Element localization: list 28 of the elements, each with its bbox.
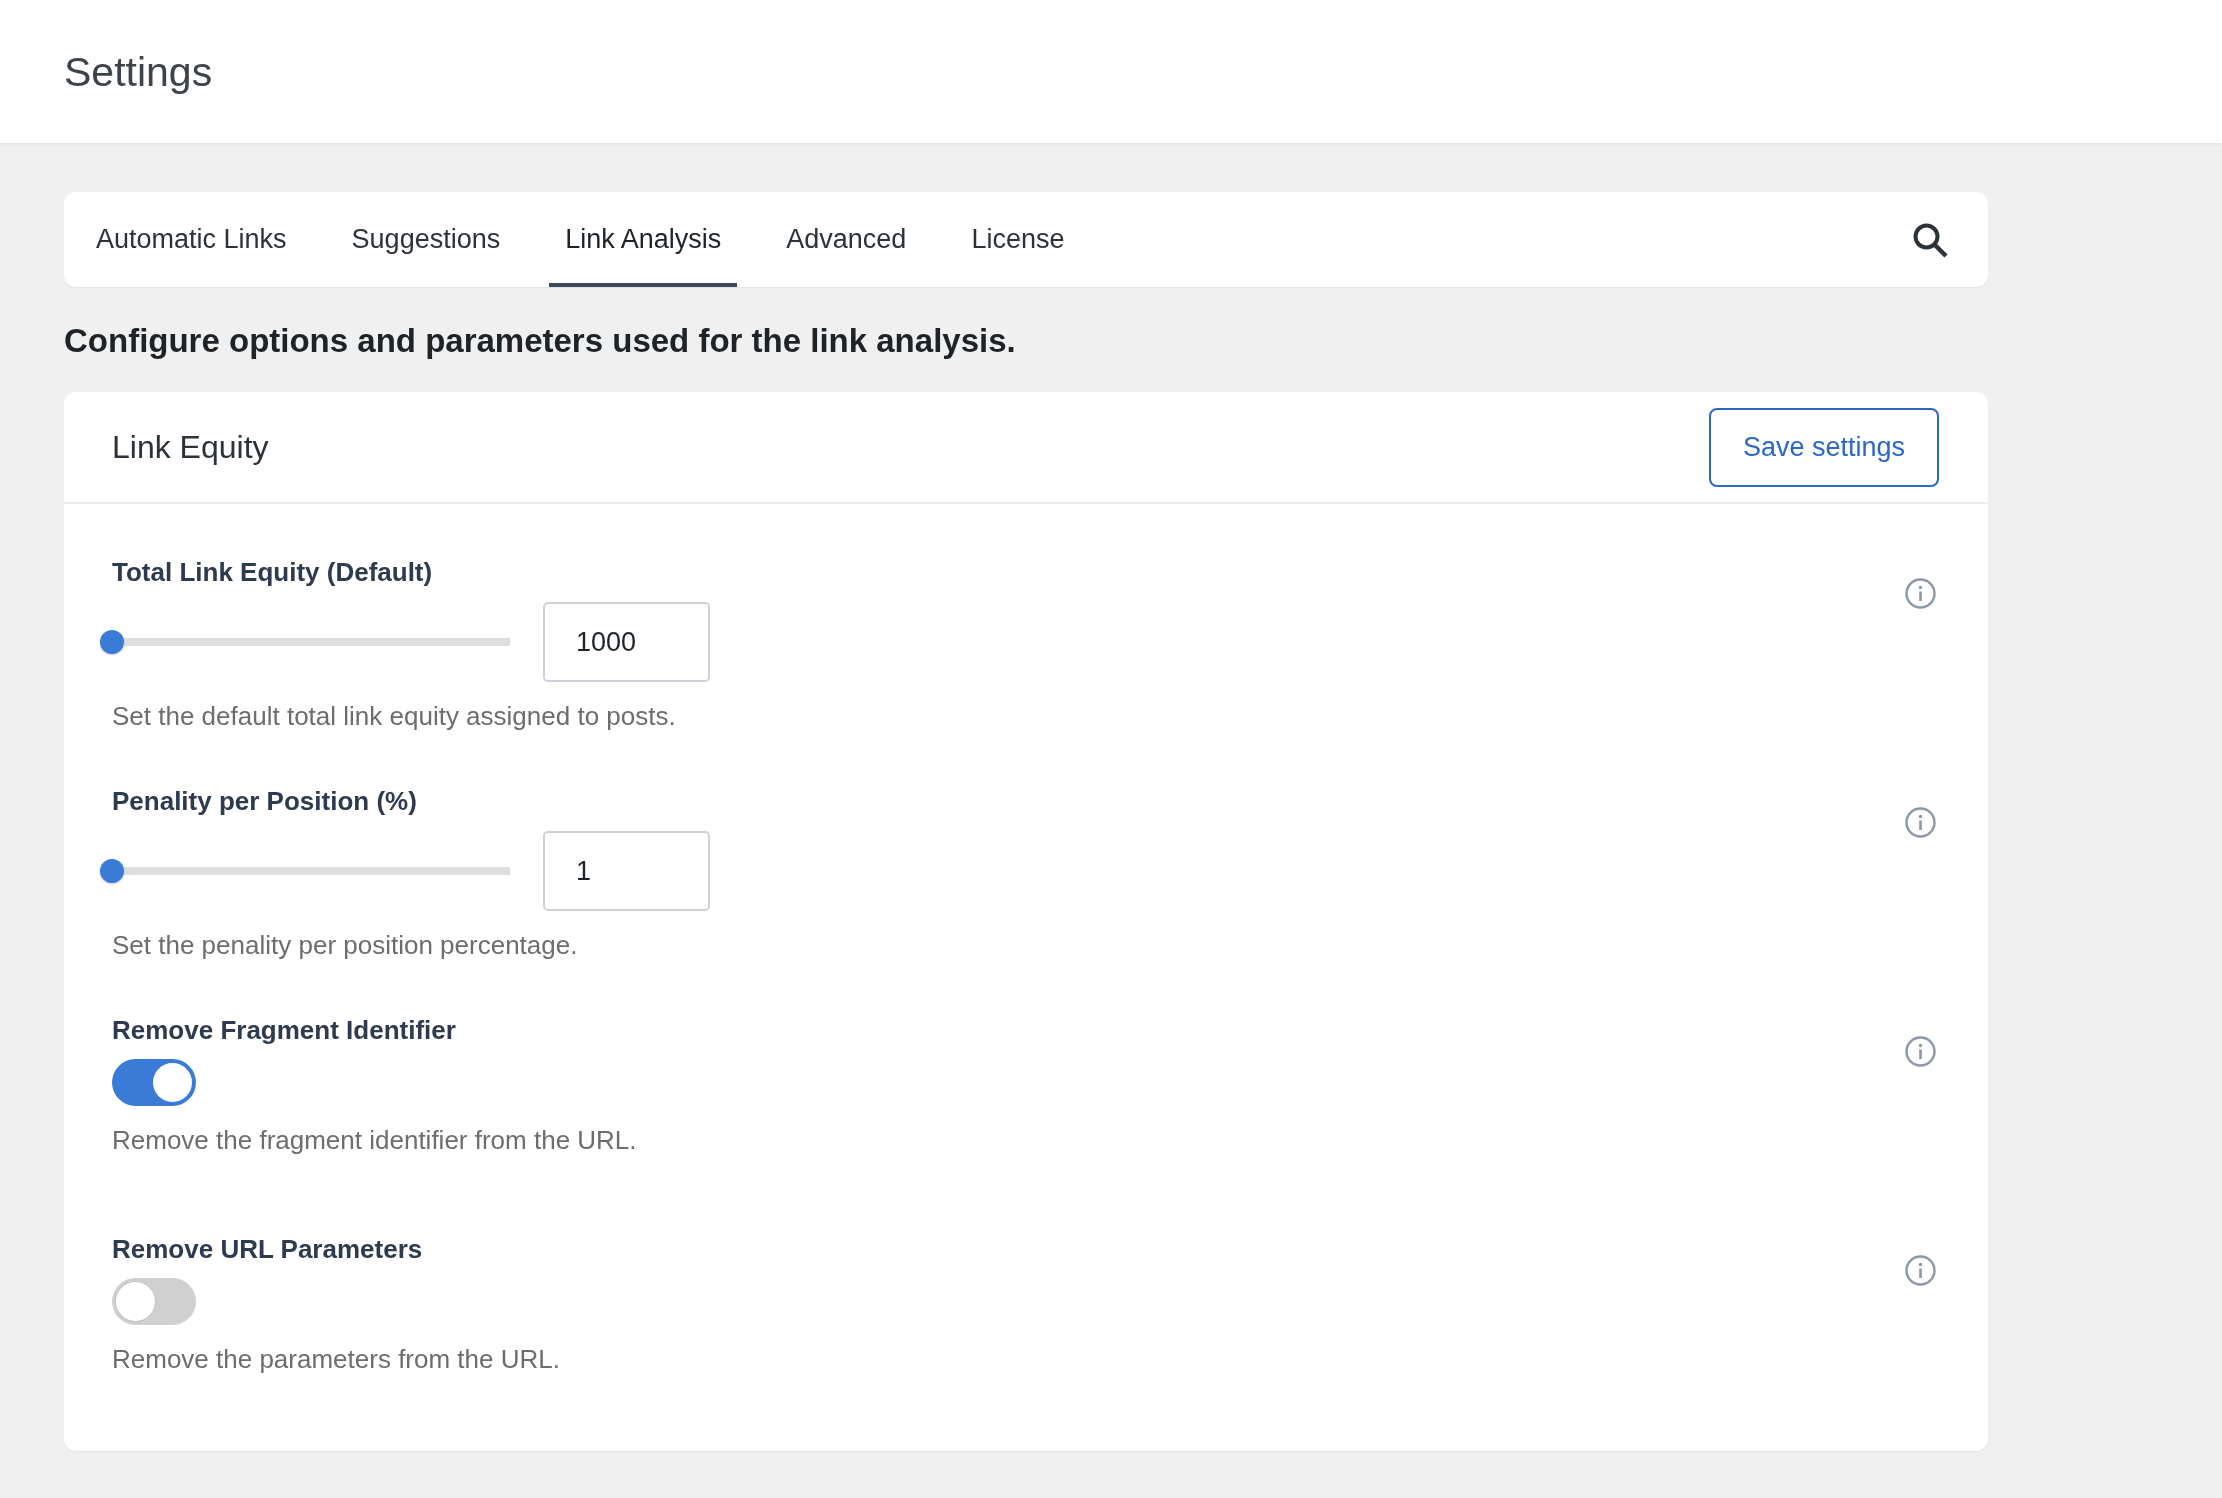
tab[interactable]: Link Analysis [549,192,738,287]
slider-thumb[interactable] [100,630,124,654]
field-description: Set the default total link equity assigned to posts. [112,701,676,731]
field-description: Remove the parameters from the URL. [112,1344,560,1374]
info-icon[interactable] [1905,807,1936,838]
field-label: Remove URL Parameters [112,1234,423,1264]
value-input[interactable]: 1000 [543,602,710,682]
field-label: Total Link Equity (Default) [112,557,433,587]
intro-heading: Configure options and parameters used for the link analysis. [64,321,1017,361]
info-icon[interactable] [1905,1036,1936,1067]
slider-thumb[interactable] [100,859,124,883]
field-label: Penality per Position (%) [112,786,417,816]
field-description: Remove the fragment identifier from the URL. [112,1125,637,1155]
save-button[interactable]: Save settings [1709,407,1939,487]
toggle-switch[interactable] [112,1278,196,1325]
search-icon[interactable] [1912,221,1948,258]
toggle-switch[interactable] [112,1059,196,1106]
field-label: Remove Fragment Identifier [112,1015,456,1045]
tab[interactable]: Advanced [770,192,923,287]
value-input[interactable]: 1 [543,831,710,911]
info-icon[interactable] [1905,1255,1936,1286]
tab[interactable]: License [955,192,1081,287]
field-description: Set the penality per position percentage. [112,930,578,960]
tab[interactable]: Suggestions [335,192,517,287]
tab[interactable]: Automatic Links [80,192,303,287]
page-title: Settings [64,47,213,96]
info-icon[interactable] [1905,578,1936,609]
card-title: Link Equity [112,428,269,466]
